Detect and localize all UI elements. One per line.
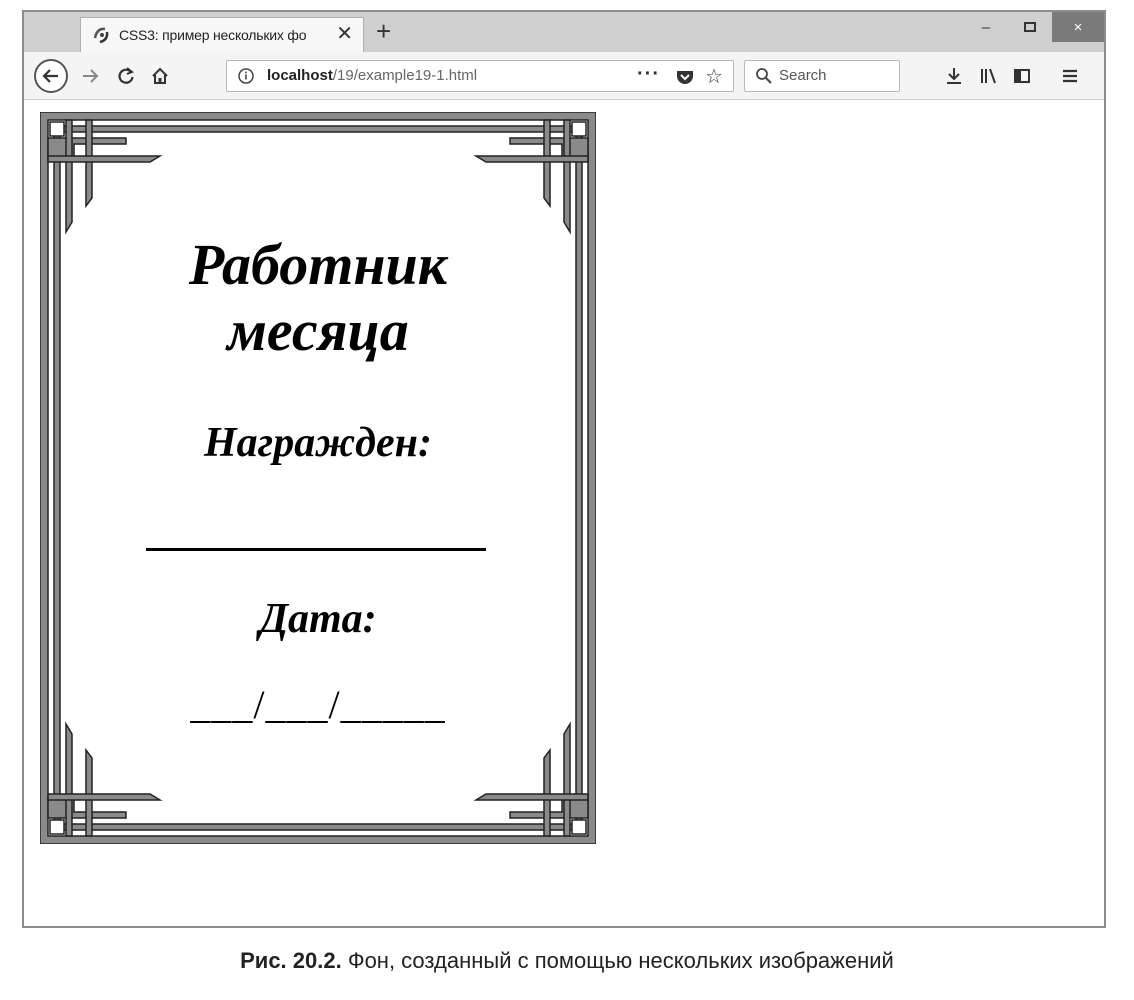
- title-bar: CSS3: пример нескольких фо ✕ + – ×: [24, 12, 1104, 52]
- reload-button[interactable]: [110, 60, 142, 92]
- certificate-text: Работник месяца Награжден: Дата: ___/___…: [40, 112, 596, 844]
- browser-window: CSS3: пример нескольких фо ✕ + – × local…: [22, 10, 1106, 928]
- downloads-button[interactable]: [940, 62, 968, 90]
- library-button[interactable]: [974, 62, 1002, 90]
- url-path: /19/example19-1.html: [332, 67, 478, 84]
- search-input[interactable]: Search: [744, 60, 900, 92]
- home-button[interactable]: [144, 60, 176, 92]
- sidebar-icon: [1014, 69, 1030, 83]
- maximize-icon: [1024, 22, 1036, 32]
- pocket-icon[interactable]: [675, 67, 695, 92]
- date-label: Дата:: [259, 596, 377, 642]
- bookmark-star-icon[interactable]: ☆: [705, 64, 723, 89]
- tab-close-icon[interactable]: ✕: [336, 24, 353, 44]
- url-bar[interactable]: localhost/19/example19-1.html ··· ☆: [226, 60, 734, 92]
- url-text: localhost/19/example19-1.html: [267, 67, 477, 84]
- certificate-title: Работник месяца: [40, 232, 596, 364]
- home-icon: [152, 67, 168, 84]
- forward-arrow-icon: [83, 69, 99, 83]
- figure-caption: Рис. 20.2. Фон, созданный с помощью неск…: [0, 948, 1134, 974]
- back-arrow-icon: [42, 69, 58, 83]
- browser-tab[interactable]: CSS3: пример нескольких фо ✕: [80, 17, 364, 52]
- maximize-button[interactable]: [1008, 12, 1052, 42]
- navigation-toolbar: localhost/19/example19-1.html ··· ☆ Sear…: [24, 52, 1104, 100]
- favicon-icon: [91, 24, 113, 46]
- site-info-icon[interactable]: [237, 67, 255, 90]
- certificate: Работник месяца Награжден: Дата: ___/___…: [40, 112, 596, 844]
- back-button[interactable]: [34, 59, 68, 93]
- sidebar-button[interactable]: [1008, 62, 1036, 90]
- url-host: localhost: [267, 67, 333, 84]
- reload-icon: [118, 67, 134, 84]
- name-underline: [146, 548, 486, 551]
- minimize-button[interactable]: –: [964, 12, 1008, 42]
- menu-button[interactable]: [1056, 62, 1084, 90]
- new-tab-button[interactable]: +: [376, 18, 391, 44]
- caption-label: Рис. 20.2.: [240, 948, 342, 973]
- window-controls: – ×: [964, 12, 1104, 42]
- search-icon: [755, 67, 773, 90]
- page-actions-icon[interactable]: ···: [637, 63, 660, 86]
- search-placeholder: Search: [779, 67, 827, 84]
- library-icon: [981, 68, 996, 84]
- title-line-2: месяца: [227, 298, 409, 363]
- download-icon: [947, 68, 961, 84]
- close-window-button[interactable]: ×: [1052, 12, 1104, 42]
- title-line-1: Работник: [188, 232, 448, 297]
- hamburger-menu-icon: [1063, 69, 1077, 83]
- awarded-label: Награжден:: [204, 420, 432, 466]
- date-blank: ___/___/_____: [190, 682, 446, 727]
- tab-title: CSS3: пример нескольких фо: [119, 27, 307, 43]
- forward-button[interactable]: [74, 60, 106, 92]
- page-content: Работник месяца Награжден: Дата: ___/___…: [24, 100, 1104, 926]
- caption-text: Фон, созданный с помощью нескольких изоб…: [347, 948, 894, 973]
